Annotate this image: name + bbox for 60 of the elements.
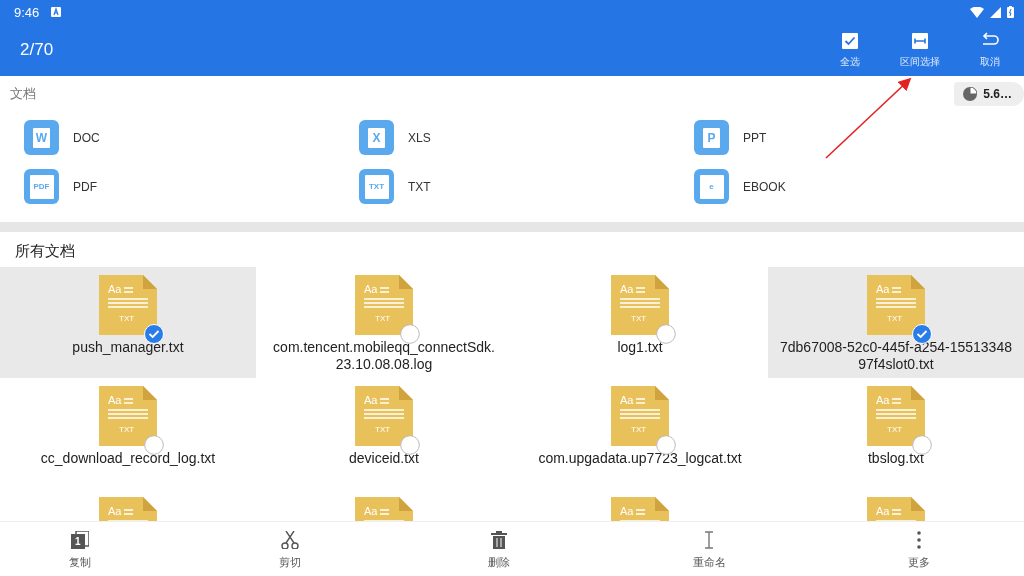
document-type-icon: TXT (359, 169, 394, 204)
status-time: 9:46 (14, 4, 40, 20)
file-item[interactable]: Aa TXT tbslog.txt (768, 378, 1024, 489)
text-file-icon (611, 275, 669, 335)
category-label[interactable]: EBOOK (743, 179, 786, 194)
text-file-icon (99, 275, 157, 335)
storage-button[interactable]: 5.6… (954, 82, 1024, 106)
file-name: com.upgadata.up7723_logcat.txt (538, 450, 742, 467)
bottom-action-button[interactable]: 更多 (814, 522, 1024, 576)
bottom-action-button[interactable]: 删除 (394, 522, 605, 576)
toolbar-button[interactable]: 区间选择 (900, 31, 940, 69)
trash-icon (490, 531, 509, 549)
file-name: log1.txt (617, 339, 663, 356)
document-type-icon: P (694, 120, 729, 155)
file-name: cc_download_record_log.txt (40, 450, 216, 467)
category-label[interactable]: TXT (408, 179, 431, 194)
toolbar-button[interactable]: 取消 (970, 31, 1010, 69)
file-name: com.tencent.mobileqq_connectSdk. 23.10.08.08.log (273, 339, 495, 373)
bottom-action-button[interactable]: 重命名 (604, 522, 815, 576)
text-file-icon (867, 275, 925, 335)
wifi-icon (970, 6, 984, 18)
pie-chart-icon (963, 87, 978, 101)
document-type-icon: W (24, 120, 59, 155)
notification-icon (51, 7, 62, 17)
section-title: 所有文档 (14, 241, 76, 261)
file-item[interactable]: Aa TXT cc_download_record_log.txt (0, 378, 256, 489)
text-file-icon (355, 386, 413, 446)
bottom-action-button[interactable]: 1 复制 (0, 522, 185, 576)
document-type-icon: X (359, 120, 394, 155)
document-type-icon: e (694, 169, 729, 204)
text-file-icon (355, 275, 413, 335)
section-title: 文档 (10, 85, 36, 103)
file-item[interactable]: Aa TXT push_manager.txt (0, 267, 256, 378)
battery-icon (1007, 6, 1014, 18)
bottom-action-button[interactable]: 剪切 (184, 522, 395, 576)
category-label[interactable]: XLS (408, 130, 431, 145)
category-label[interactable]: PDF (73, 179, 97, 194)
text-file-icon (867, 386, 925, 446)
file-item[interactable]: Aa TXT com.upgadata.up7723_logcat.txt (512, 378, 768, 489)
text-file-icon (99, 386, 157, 446)
selection-count: 2/70 (20, 40, 54, 60)
range-icon (911, 31, 929, 50)
text-file-icon (611, 386, 669, 446)
file-name: deviceid.txt (348, 450, 419, 467)
file-item[interactable]: Aa TXT log1.txt (512, 267, 768, 378)
category-label[interactable]: DOC (73, 130, 100, 145)
file-item[interactable]: Aa TXT 7db67008-52c0-445f-a254-15513348 97f4slot0.txt (768, 267, 1024, 378)
file-item[interactable]: Aa TXT com.tencent.mobileqq_connectSdk. 23.10.08.08.log (256, 267, 512, 378)
checkbox-icon (841, 31, 859, 50)
toolbar-button[interactable]: 全选 (830, 31, 870, 69)
scissors-icon (280, 531, 299, 549)
file-name: 7db67008-52c0-445f-a254-15513348 97f4slot0.txt (780, 339, 1012, 373)
document-type-icon: PDF (24, 169, 59, 204)
copy-icon (70, 531, 89, 549)
file-item[interactable]: Aa TXT deviceid.txt (256, 378, 512, 489)
file-name: tbslog.txt (868, 450, 924, 467)
category-label[interactable]: PPT (743, 130, 767, 145)
signal-icon (990, 6, 1001, 18)
file-name: push_manager.txt (72, 339, 184, 356)
more-icon (917, 531, 922, 549)
